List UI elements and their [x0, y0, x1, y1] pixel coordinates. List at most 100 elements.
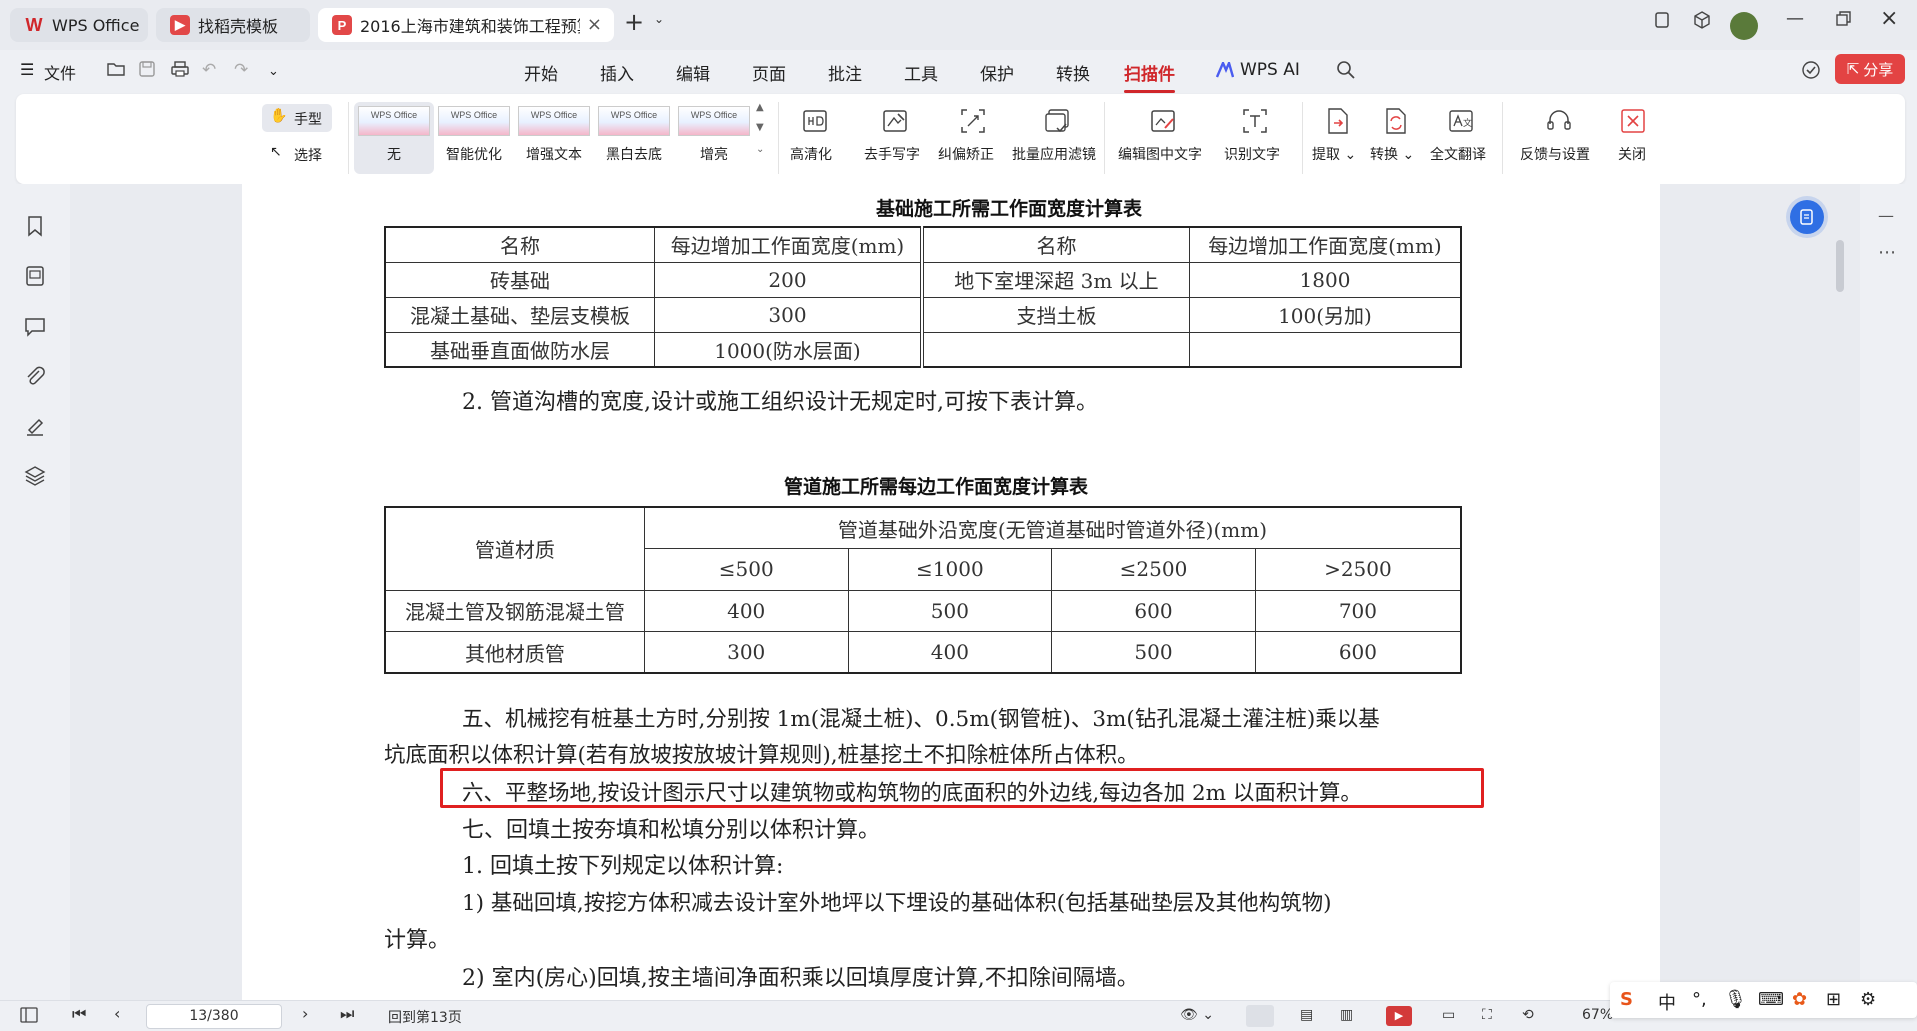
- restore-icon[interactable]: [1834, 10, 1852, 28]
- close-window-icon[interactable]: ×: [1880, 6, 1898, 31]
- close-scan-label[interactable]: 关闭: [1618, 144, 1646, 164]
- redo-icon[interactable]: ↷: [234, 60, 248, 80]
- convert-icon[interactable]: [1380, 106, 1410, 136]
- extract-dropdown[interactable]: 提取 ⌄: [1312, 144, 1356, 164]
- deskew-icon[interactable]: [958, 106, 988, 136]
- translate-label[interactable]: 全文翻译: [1430, 144, 1486, 164]
- continuous-view-icon[interactable]: ▤: [1300, 1007, 1313, 1023]
- punctuation-icon[interactable]: °,: [1692, 989, 1707, 1010]
- ocr-label[interactable]: 识别文字: [1224, 144, 1280, 164]
- hd-enhance-label[interactable]: 高清化: [790, 144, 832, 164]
- print-icon[interactable]: [170, 60, 190, 83]
- search-icon[interactable]: [1336, 60, 1356, 85]
- tab-list-chevron-icon[interactable]: ⌄: [654, 12, 664, 26]
- menu-wps-ai[interactable]: WPS AI: [1216, 60, 1300, 80]
- feedback-settings-label[interactable]: 反馈与设置: [1520, 144, 1590, 164]
- tab-document[interactable]: P 2016上海市建筑和装饰工程预算定 ×: [318, 8, 614, 42]
- menu-tools[interactable]: 工具: [904, 60, 938, 85]
- filter-bw-thumb[interactable]: WPS Office: [598, 106, 670, 136]
- menu-home[interactable]: 开始: [524, 60, 558, 85]
- ime-mode-toggle[interactable]: 中: [1658, 989, 1676, 1015]
- comment-icon[interactable]: [23, 314, 47, 338]
- filter-enhance-text-label[interactable]: 增强文本: [518, 144, 590, 164]
- file-menu[interactable]: 文件: [44, 60, 76, 84]
- two-page-view-icon[interactable]: ▥: [1340, 1007, 1353, 1023]
- avatar[interactable]: [1730, 12, 1758, 40]
- fit-page-icon[interactable]: ⛶: [1482, 1007, 1492, 1023]
- first-page-icon[interactable]: ⏮: [72, 1004, 86, 1024]
- menu-protect[interactable]: 保护: [980, 60, 1014, 85]
- convert-dropdown[interactable]: 转换 ⌄: [1370, 144, 1414, 164]
- keyboard-icon[interactable]: ⌨: [1758, 989, 1784, 1010]
- translate-icon[interactable]: 文: [1446, 106, 1476, 136]
- filter-bw-label[interactable]: 黑白去底: [598, 144, 670, 164]
- collapse-panel-icon[interactable]: —: [1878, 206, 1894, 225]
- sidebar-toggle-icon[interactable]: [20, 1007, 38, 1027]
- thumbnail-icon[interactable]: [23, 264, 47, 288]
- close-scan-icon[interactable]: [1618, 106, 1648, 136]
- microphone-icon[interactable]: 🎙: [1724, 989, 1747, 1010]
- filter-smart-label[interactable]: 智能优化: [438, 144, 510, 164]
- remove-handwriting-icon[interactable]: [880, 106, 910, 136]
- ime-settings-icon[interactable]: ⚙: [1860, 989, 1876, 1010]
- feedback-headset-icon[interactable]: [1544, 106, 1574, 136]
- menu-scan[interactable]: 扫描件: [1124, 60, 1175, 93]
- filter-none-thumb[interactable]: WPS Office: [358, 106, 430, 136]
- undo-icon[interactable]: ↶: [202, 60, 216, 80]
- signature-icon[interactable]: [23, 414, 47, 438]
- menu-comment[interactable]: 批注: [828, 60, 862, 85]
- skin-icon[interactable]: ✿: [1792, 989, 1807, 1010]
- filter-none-label[interactable]: 无: [358, 144, 430, 164]
- filter-enhance-text-thumb[interactable]: WPS Office: [518, 106, 590, 136]
- share-button[interactable]: ⇱ 分享: [1835, 54, 1905, 84]
- zoom-level[interactable]: 67%: [1582, 1007, 1613, 1023]
- attachment-icon[interactable]: [23, 364, 47, 388]
- eye-view-icon[interactable]: 👁 ⌄: [1180, 1007, 1214, 1023]
- menu-page[interactable]: 页面: [752, 60, 786, 85]
- menu-edit[interactable]: 编辑: [676, 60, 710, 85]
- last-page-icon[interactable]: ⏭: [340, 1004, 354, 1024]
- filter-brighten-thumb[interactable]: WPS Office: [678, 106, 750, 136]
- deskew-label[interactable]: 纠偏矫正: [938, 144, 994, 164]
- filters-expand-icon[interactable]: ⌄: [756, 144, 764, 155]
- single-page-view-icon[interactable]: [1246, 1005, 1274, 1027]
- more-chevron-icon[interactable]: ⌄: [268, 64, 279, 79]
- layers-icon[interactable]: [23, 464, 47, 488]
- fit-width-icon[interactable]: ▭: [1442, 1007, 1455, 1023]
- extract-icon[interactable]: [1322, 106, 1352, 136]
- rotate-icon[interactable]: ⟲: [1522, 1007, 1534, 1023]
- cursor-icon[interactable]: ↖: [270, 144, 282, 160]
- back-to-page-link[interactable]: 回到第13页: [388, 1007, 462, 1027]
- prev-page-icon[interactable]: ‹: [114, 1004, 120, 1023]
- filter-brighten-label[interactable]: 增亮: [678, 144, 750, 164]
- select-tool-label[interactable]: 选择: [294, 145, 322, 165]
- filters-scroll-up-icon[interactable]: ▲: [756, 102, 764, 113]
- batch-filter-label[interactable]: 批量应用滤镜: [1012, 144, 1096, 164]
- bookmark-icon[interactable]: [23, 214, 47, 238]
- save-icon[interactable]: [138, 60, 156, 83]
- next-page-icon[interactable]: ›: [302, 1004, 308, 1023]
- tab-wps-office[interactable]: W WPS Office: [10, 8, 148, 42]
- open-folder-icon[interactable]: [106, 60, 126, 83]
- remove-handwriting-label[interactable]: 去手写字: [864, 144, 920, 164]
- cube-icon[interactable]: [1692, 10, 1712, 30]
- cloud-sync-icon[interactable]: [1800, 60, 1822, 85]
- menu-convert[interactable]: 转换: [1056, 60, 1090, 85]
- edit-image-text-label[interactable]: 编辑图中文字: [1118, 144, 1202, 164]
- toolbox-grid-icon[interactable]: ⊞: [1826, 989, 1841, 1010]
- hamburger-icon[interactable]: ☰: [20, 60, 34, 79]
- menu-insert[interactable]: 插入: [600, 60, 634, 85]
- new-tab-icon[interactable]: +: [624, 8, 644, 36]
- sogou-logo-icon[interactable]: S: [1620, 989, 1633, 1010]
- vertical-scrollbar[interactable]: [1836, 240, 1844, 292]
- edit-image-text-icon[interactable]: [1148, 106, 1178, 136]
- batch-filter-icon[interactable]: [1042, 106, 1072, 136]
- ocr-icon[interactable]: [1240, 106, 1270, 136]
- page-number-input[interactable]: 13/380: [146, 1004, 282, 1029]
- hd-enhance-icon[interactable]: [800, 106, 830, 136]
- ai-assistant-button[interactable]: [1790, 200, 1824, 234]
- filter-smart-thumb[interactable]: WPS Office: [438, 106, 510, 136]
- window-layout-icon[interactable]: [1652, 10, 1672, 30]
- more-options-icon[interactable]: ⋯: [1878, 242, 1896, 263]
- tab-templates[interactable]: ▶ 找稻壳模板: [156, 8, 310, 42]
